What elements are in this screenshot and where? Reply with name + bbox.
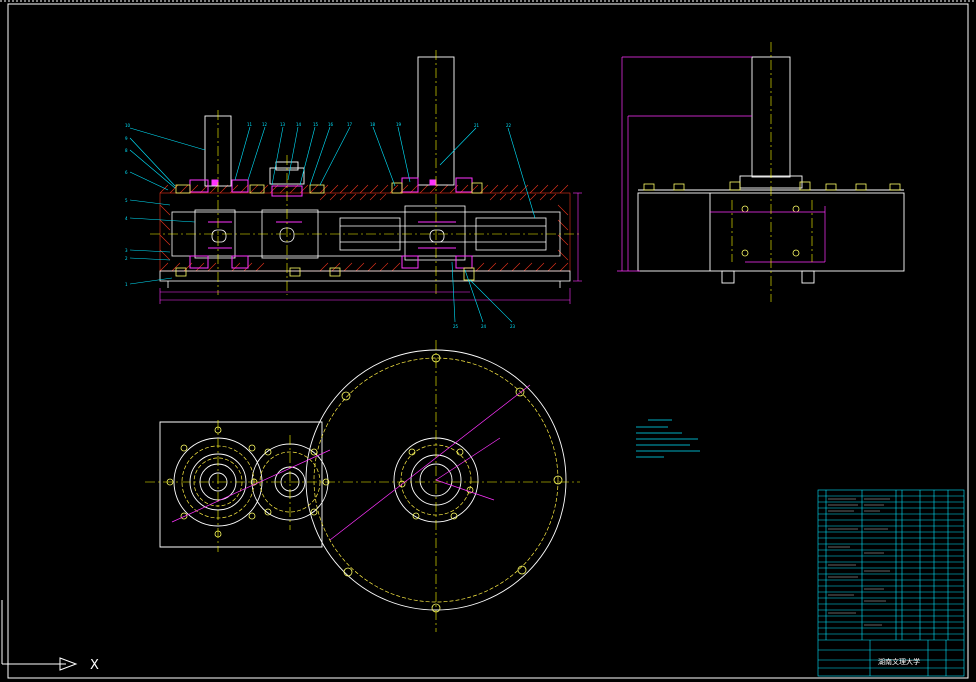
svg-text:21: 21 [474, 123, 480, 128]
svg-text:23: 23 [510, 324, 516, 329]
svg-text:12: 12 [262, 122, 268, 127]
part-balloons: 1098 654 321 11 12 13 14 15 16 17 18 19 21 22 2… [125, 122, 516, 329]
svg-text:17: 17 [347, 122, 353, 127]
title-block: 湖南文理大学 [817, 489, 965, 677]
svg-text:18: 18 [370, 122, 376, 127]
drawing-border [0, 0, 976, 679]
front-section-view: 1098 654 321 11 12 13 14 15 16 17 18 19 21 22 2… [125, 50, 582, 329]
cad-drawing-canvas[interactable]: 1098 654 321 11 12 13 14 15 16 17 18 19 21 22 2… [0, 0, 976, 682]
title-block-institution: 湖南文理大学 [878, 657, 920, 666]
svg-text:11: 11 [247, 122, 253, 127]
svg-text:22: 22 [506, 123, 512, 128]
svg-text:10: 10 [125, 123, 131, 128]
ucs-arrow-icon [1, 600, 78, 671]
housing-outline [159, 211, 571, 288]
svg-text:3: 3 [125, 248, 128, 253]
svg-text:4: 4 [125, 216, 128, 221]
svg-text:9: 9 [125, 136, 128, 141]
ucs-x-label: X [90, 658, 99, 673]
svg-text:6: 6 [125, 170, 128, 175]
svg-text:14: 14 [296, 122, 302, 127]
svg-text:16: 16 [328, 122, 334, 127]
gear-blocks [194, 205, 466, 261]
plan-view [145, 340, 580, 632]
svg-text:25: 25 [453, 324, 459, 329]
svg-text:19: 19 [396, 122, 402, 127]
svg-text:8: 8 [125, 148, 128, 153]
technical-notes [636, 419, 700, 458]
plan-bolt-holes [166, 353, 563, 613]
side-view [617, 42, 905, 302]
part-leaders [129, 126, 536, 323]
svg-text:13: 13 [280, 122, 286, 127]
bearings [189, 177, 473, 269]
svg-text:5: 5 [125, 198, 128, 203]
svg-text:24: 24 [481, 324, 487, 329]
svg-text:2: 2 [125, 256, 128, 261]
svg-text:15: 15 [313, 122, 319, 127]
svg-text:1: 1 [125, 282, 128, 287]
